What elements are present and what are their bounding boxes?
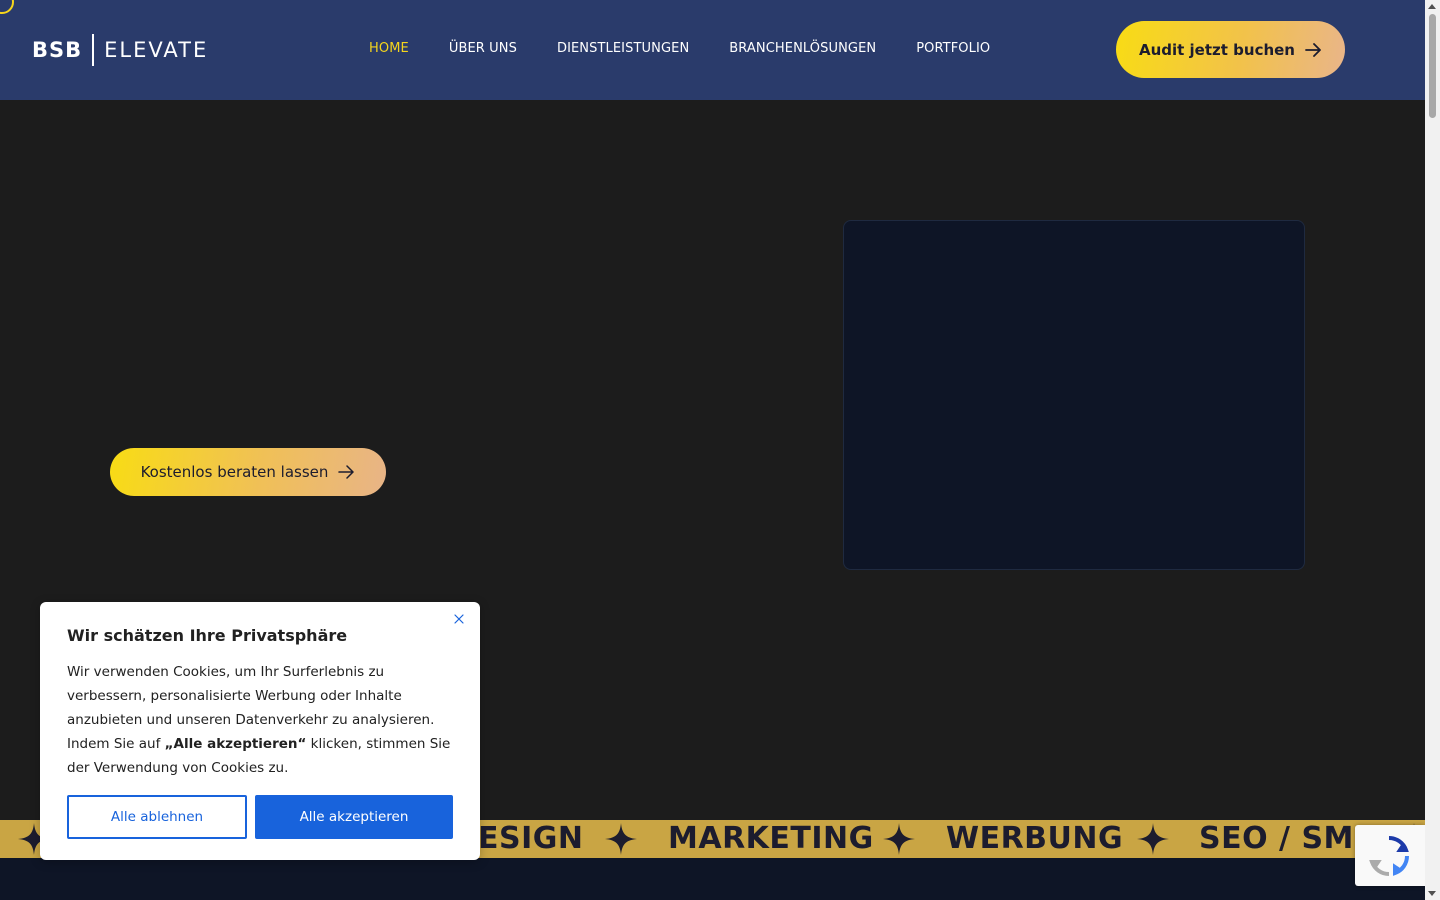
nav-services[interactable]: DIENSTLEISTUNGEN [557,41,689,56]
four-point-star-icon [1137,823,1169,855]
next-section [0,858,1425,900]
cookie-consent-dialog: Wir schätzen Ihre Privatsphäre Wir verwe… [40,602,480,860]
main-nav: HOME ÜBER UNS DIENSTLEISTUNGEN BRANCHENL… [369,41,990,56]
nav-home[interactable]: HOME [369,41,409,56]
free-consultation-label: Kostenlos beraten lassen [140,463,329,481]
recaptcha-badge[interactable] [1355,825,1425,886]
nav-about[interactable]: ÜBER UNS [449,41,517,56]
arrow-right-icon [1305,42,1321,57]
brand-logo[interactable]: BSB ELEVATE [32,33,208,67]
ticker-word-design: ESIGN [478,821,584,856]
scroll-up-icon[interactable] [1428,4,1436,9]
cookie-text-emphasis: „Alle akzeptieren“ [164,736,307,752]
recaptcha-icon [1369,835,1410,877]
cookie-title: Wir schätzen Ihre Privatsphäre [67,626,348,645]
arrow-right-icon [338,465,355,479]
close-icon[interactable] [452,612,466,626]
four-point-star-icon [605,823,637,855]
four-point-star-icon [883,823,915,855]
accept-all-button[interactable]: Alle akzeptieren [255,795,453,839]
nav-portfolio[interactable]: PORTFOLIO [916,41,990,56]
scroll-down-icon[interactable] [1428,891,1436,896]
cookie-description: Wir verwenden Cookies, um Ihr Surferlebn… [67,660,459,780]
book-audit-label: Audit jetzt buchen [1138,40,1295,59]
brand-name-part1: BSB [32,38,83,62]
page-scrollbar[interactable] [1425,0,1440,900]
ticker-word-marketing: MARKETING [668,821,874,856]
reject-all-button[interactable]: Alle ablehnen [67,795,247,839]
brand-name-part2: ELEVATE [104,38,209,62]
book-audit-button[interactable]: Audit jetzt buchen [1116,21,1345,78]
corner-ring-icon [0,0,14,14]
ticker-word-werbung: WERBUNG [946,821,1124,856]
free-consultation-button[interactable]: Kostenlos beraten lassen [110,448,386,496]
nav-industry-solutions[interactable]: BRANCHENLÖSUNGEN [729,41,876,56]
site-header: BSB ELEVATE HOME ÜBER UNS DIENSTLEISTUNG… [0,0,1425,100]
scroll-thumb[interactable] [1429,14,1436,118]
hero-media-placeholder [843,220,1305,570]
brand-divider [92,34,95,66]
